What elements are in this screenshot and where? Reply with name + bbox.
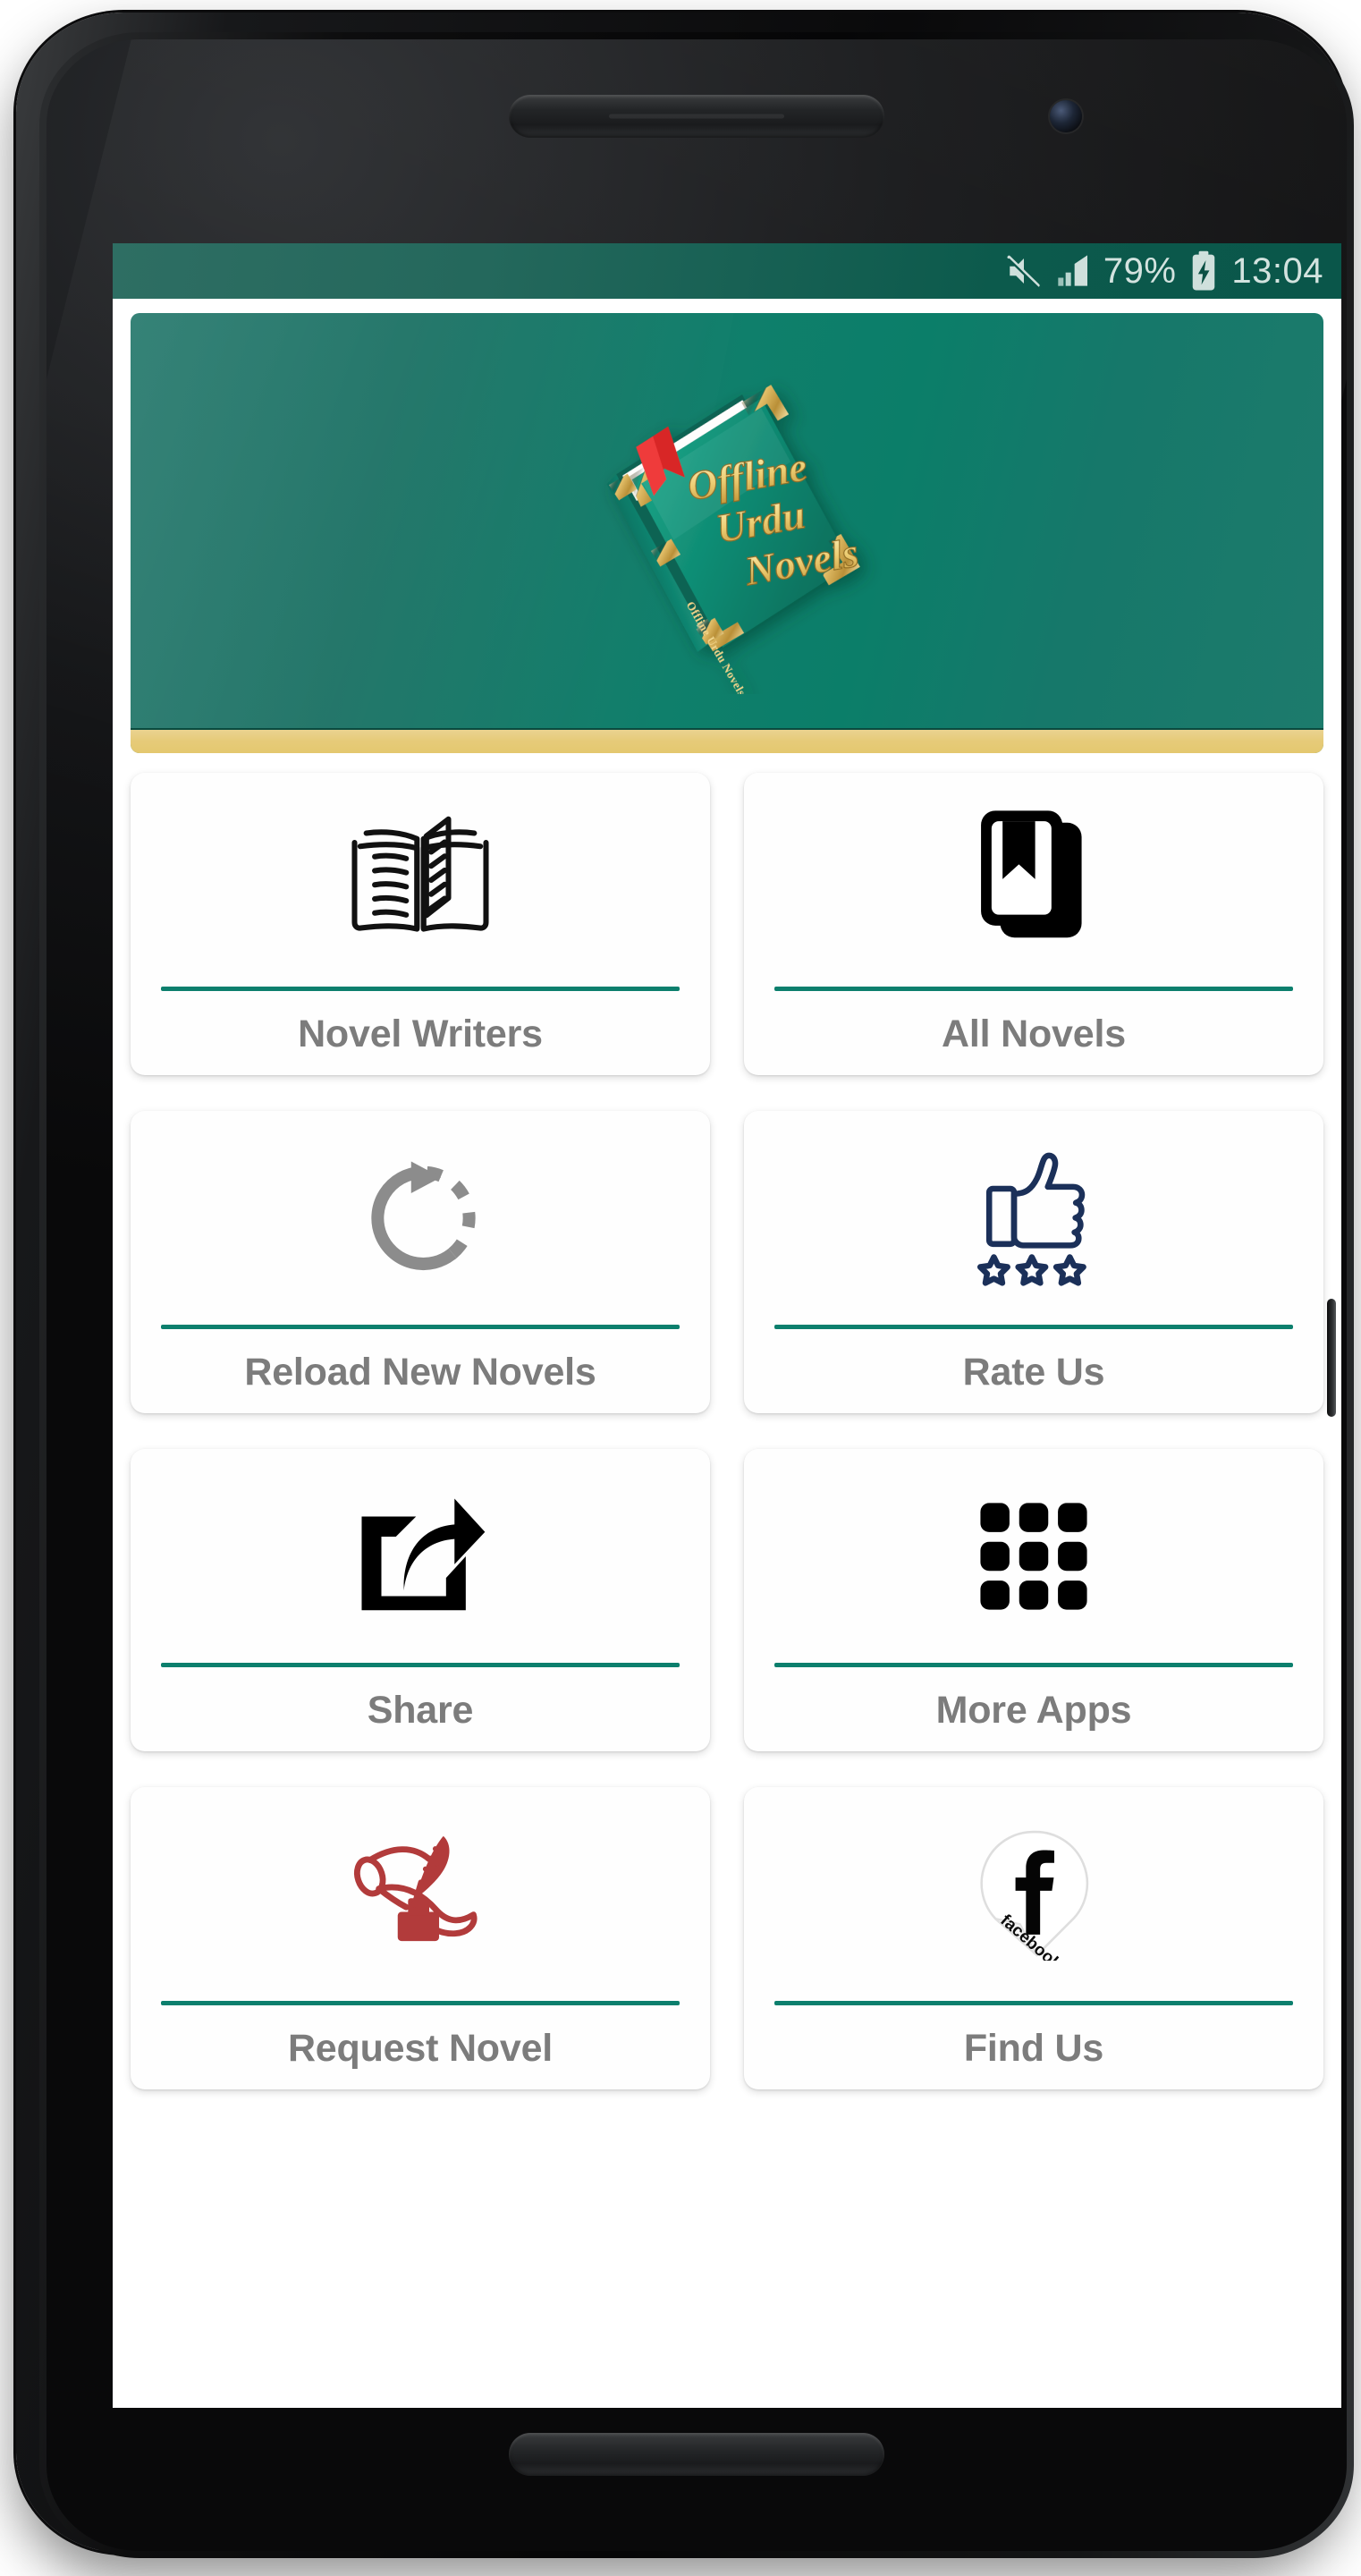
menu-card-novel-writers[interactable]: Novel Writers — [131, 773, 710, 1075]
menu-card-all-novels[interactable]: All Novels — [744, 773, 1323, 1075]
phone-device-frame: 79% 13:04 Offline Urdu Novels Offline Ur… — [16, 13, 1354, 2558]
refresh-rotate-icon — [161, 1111, 680, 1325]
menu-card-label: Rate Us — [962, 1351, 1105, 1394]
menu-card-rate-us[interactable]: Rate Us — [744, 1111, 1323, 1413]
menu-card-request-novel[interactable]: Request Novel — [131, 1787, 710, 2089]
menu-card-label: All Novels — [942, 1013, 1126, 1055]
bookmark-book-icon — [774, 773, 1293, 987]
menu-card-share[interactable]: Share — [131, 1449, 710, 1751]
quill-inkwell-icon — [161, 1787, 680, 2001]
thumbs-up-stars-icon — [774, 1111, 1293, 1325]
menu-card-label: Request Novel — [287, 2027, 554, 2070]
menu-card-label: Novel Writers — [298, 1013, 543, 1055]
menu-card-label: Reload New Novels — [244, 1351, 596, 1394]
facebook-sticker-icon: facebook — [774, 1787, 1293, 2001]
phone-screen: 79% 13:04 Offline Urdu Novels Offline Ur… — [113, 243, 1341, 2408]
open-book-icon — [161, 773, 680, 987]
offline-urdu-novels-logo-icon: Offline Urdu Novels Offline Urdu Novels — [566, 354, 888, 699]
menu-card-label: More Apps — [935, 1689, 1132, 1732]
share-export-icon — [161, 1449, 680, 1663]
menu-card-find-us[interactable]: facebook Find Us — [744, 1787, 1323, 2089]
battery-percent-label: 79% — [1103, 250, 1177, 291]
signal-bars-icon — [1055, 253, 1091, 289]
menu-card-reload-new-novels[interactable]: Reload New Novels — [131, 1111, 710, 1413]
screen-bottom-edge — [113, 2392, 1341, 2408]
app-logo-banner: Offline Urdu Novels Offline Urdu Novels — [131, 313, 1323, 753]
earpiece-speaker — [509, 95, 884, 138]
phone-front-face: 79% 13:04 Offline Urdu Novels Offline Ur… — [46, 39, 1347, 2551]
battery-charging-icon — [1188, 250, 1219, 292]
banner-gold-strip — [131, 728, 1323, 753]
power-button[interactable] — [1327, 1299, 1336, 1417]
status-bar-clock: 13:04 — [1231, 250, 1323, 291]
main-menu-grid: Novel Writers All Novels Reload New Nove… — [113, 753, 1341, 2089]
status-bar: 79% 13:04 — [113, 243, 1341, 299]
mute-volume-off-icon — [1005, 252, 1043, 290]
menu-card-more-apps[interactable]: More Apps — [744, 1449, 1323, 1751]
menu-card-label: Share — [367, 1689, 474, 1732]
screenshot-stage: 79% 13:04 Offline Urdu Novels Offline Ur… — [0, 0, 1361, 2576]
menu-card-label: Find Us — [963, 2027, 1104, 2070]
apps-grid-icon — [774, 1449, 1293, 1663]
front-camera-icon — [1050, 100, 1082, 132]
bottom-speaker — [509, 2433, 884, 2476]
